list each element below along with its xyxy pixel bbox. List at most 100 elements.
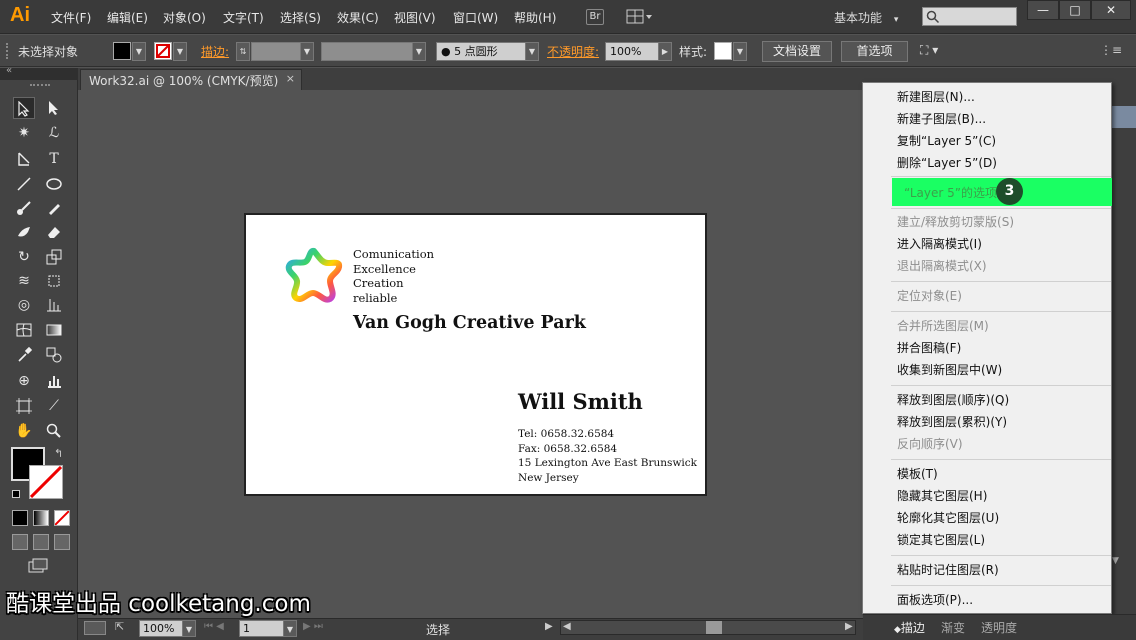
menu-effect[interactable]: 效果(C) [337, 9, 379, 26]
menu-item-release-sequence[interactable]: 释放到图层(顺序)(Q) [863, 389, 1111, 411]
scale-tool[interactable] [43, 246, 65, 268]
lasso-tool[interactable]: ℒ [43, 122, 65, 144]
tools-grip[interactable] [30, 84, 50, 88]
next-artboard-icon[interactable]: ▶ ⏭ [303, 621, 323, 632]
variable-width-profile[interactable] [321, 42, 413, 61]
fill-dropdown-arrow[interactable]: ▼ [132, 42, 146, 61]
tab-stroke[interactable]: ◆描边 [894, 619, 925, 636]
type-tool[interactable]: T [43, 148, 65, 170]
graphic-style-swatch[interactable] [714, 42, 732, 60]
brush-arrow[interactable]: ▼ [525, 42, 539, 61]
scrollbar-thumb[interactable] [706, 621, 722, 634]
artboard-tool[interactable] [13, 395, 35, 417]
style-arrow[interactable]: ▼ [733, 42, 747, 61]
blend-tool[interactable] [43, 344, 65, 366]
panel-menu-icon[interactable]: ⋮≡ [1100, 43, 1122, 57]
align-options-icon[interactable]: ⛶ ▾ [920, 43, 938, 58]
artboard[interactable]: Comunication Excellence Creation reliabl… [244, 213, 707, 496]
draw-inside-button[interactable] [54, 534, 70, 550]
stroke-label[interactable]: 描边: [201, 43, 229, 60]
menu-item-enter-isolation[interactable]: 进入隔离模式(I) [863, 233, 1111, 255]
width-tool[interactable]: ≋ [13, 270, 35, 292]
brush-definition[interactable]: ● 5 点圆形 [436, 42, 526, 61]
hand-tool[interactable]: ✋ [13, 420, 35, 442]
menu-view[interactable]: 视图(V) [394, 9, 436, 26]
zoom-tool[interactable] [43, 420, 65, 442]
stroke-color-swatch[interactable] [154, 42, 172, 60]
free-transform-tool[interactable] [43, 270, 65, 292]
tab-gradient[interactable]: 渐变 [941, 619, 965, 636]
line-segment-tool[interactable] [13, 173, 35, 195]
menu-item-collect-new-layer[interactable]: 收集到新图层中(W) [863, 359, 1111, 381]
screen-mode-button[interactable] [28, 558, 50, 574]
menu-type[interactable]: 文字(T) [223, 9, 264, 26]
opacity-label[interactable]: 不透明度: [547, 43, 599, 60]
menu-item-new-sublayer[interactable]: 新建子图层(B)... [863, 108, 1111, 130]
menu-help[interactable]: 帮助(H) [514, 9, 556, 26]
stroke-weight-input[interactable] [251, 42, 301, 61]
color-mode-button[interactable] [12, 510, 28, 526]
first-artboard-icon[interactable]: ⏮ ◀ [204, 621, 224, 632]
menu-item-template[interactable]: 模板(T) [863, 463, 1111, 485]
none-mode-button[interactable] [54, 510, 70, 526]
pen-tool[interactable] [13, 148, 35, 170]
blob-brush-tool[interactable] [13, 221, 35, 243]
artboard-number-input[interactable]: 1 [239, 620, 284, 637]
default-colors-icon[interactable] [12, 490, 20, 498]
menu-item-outline-others[interactable]: 轮廓化其它图层(U) [863, 507, 1111, 529]
gradient-mode-button[interactable] [33, 510, 49, 526]
shape-builder-tool[interactable]: ◎ [13, 294, 35, 316]
menu-item-paste-remembers-layers[interactable]: 粘贴时记住图层(R) [863, 559, 1111, 581]
workspace-switcher[interactable]: 基本功能 ▾ [834, 9, 898, 26]
document-tab[interactable]: Work32.ai @ 100% (CMYK/预览) × [80, 69, 302, 90]
fill-color-swatch[interactable] [113, 42, 131, 60]
bridge-button[interactable]: Br [586, 9, 604, 25]
status-menu-arrow[interactable]: ▶ [545, 621, 553, 632]
menu-select[interactable]: 选择(S) [280, 9, 321, 26]
maximize-button[interactable]: □ [1059, 0, 1091, 20]
perspective-grid-tool[interactable] [43, 294, 65, 316]
menu-item-panel-options[interactable]: 面板选项(P)... [863, 589, 1111, 611]
swap-fill-stroke-icon[interactable]: ↰ [54, 447, 63, 460]
minimize-button[interactable]: — [1027, 0, 1059, 20]
menu-item-lock-others[interactable]: 锁定其它图层(L) [863, 529, 1111, 551]
artboard-dropdown-arrow[interactable]: ▼ [283, 620, 297, 637]
menu-item-flatten-artwork[interactable]: 拼合图稿(F) [863, 337, 1111, 359]
zoom-dropdown-arrow[interactable]: ▼ [182, 620, 196, 637]
tab-transparency[interactable]: 透明度 [981, 619, 1017, 636]
column-graph-tool[interactable] [43, 370, 65, 392]
stroke-weight-arrow[interactable]: ▼ [300, 42, 314, 61]
search-input[interactable] [922, 7, 1017, 26]
layer-row-selected[interactable] [1112, 106, 1136, 128]
rotate-tool[interactable]: ↻ [13, 246, 35, 268]
menu-object[interactable]: 对象(O) [163, 9, 206, 26]
arrange-documents-button[interactable] [626, 9, 654, 25]
direct-selection-tool[interactable] [43, 97, 65, 119]
tools-panel-header[interactable]: « [0, 65, 78, 80]
menu-edit[interactable]: 编辑(E) [107, 9, 148, 26]
mesh-tool[interactable] [13, 319, 35, 341]
gpu-preview-icon[interactable] [84, 621, 106, 635]
draw-normal-button[interactable] [12, 534, 28, 550]
opacity-arrow[interactable]: ▶ [658, 42, 672, 61]
stroke-weight-stepper[interactable]: ⇅ [236, 42, 250, 61]
tab-close-icon[interactable]: × [286, 72, 295, 85]
share-icon[interactable]: ⇱ [115, 620, 124, 633]
opacity-input[interactable]: 100% [605, 42, 659, 61]
eraser-tool[interactable] [43, 221, 65, 243]
profile-arrow[interactable]: ▼ [412, 42, 426, 61]
ellipse-tool[interactable] [43, 173, 65, 195]
magic-wand-tool[interactable]: ✷ [13, 122, 35, 144]
menu-item-hide-others[interactable]: 隐藏其它图层(H) [863, 485, 1111, 507]
close-button[interactable]: ✕ [1091, 0, 1131, 20]
stroke-dropdown-arrow[interactable]: ▼ [173, 42, 187, 61]
zoom-level-input[interactable]: 100% [139, 620, 183, 637]
menu-item-duplicate-layer[interactable]: 复制“Layer 5”(C) [863, 130, 1111, 152]
menu-item-delete-layer[interactable]: 删除“Layer 5”(D) [863, 152, 1111, 174]
preferences-button[interactable]: 首选项 [841, 41, 908, 62]
stroke-color-box[interactable] [29, 465, 63, 499]
menu-file[interactable]: 文件(F) [51, 9, 91, 26]
menu-window[interactable]: 窗口(W) [453, 9, 498, 26]
document-setup-button[interactable]: 文档设置 [762, 41, 832, 62]
pencil-tool[interactable] [43, 197, 65, 219]
